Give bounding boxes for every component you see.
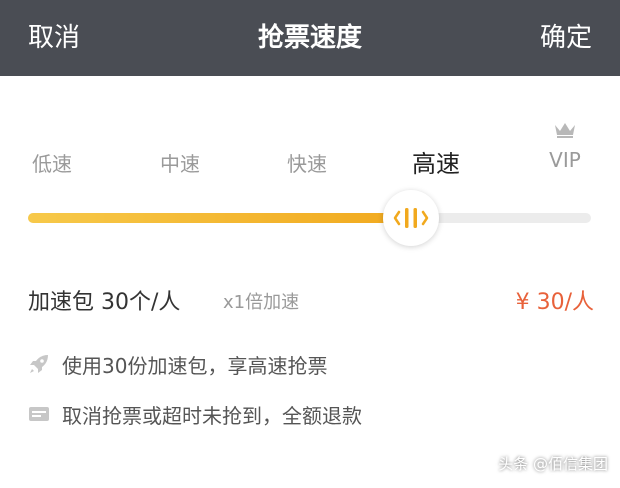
package-price: ¥ 30/人 bbox=[515, 290, 594, 315]
crown-icon bbox=[555, 123, 575, 138]
feature-text: 取消抢票或超时未抢到，全额退款 bbox=[62, 404, 362, 428]
rocket-icon bbox=[30, 355, 48, 373]
page-title: 抢票速度 bbox=[257, 23, 362, 53]
ticket-icon bbox=[29, 407, 49, 421]
speed-slider-fill bbox=[28, 213, 411, 223]
speed-slider-handle[interactable] bbox=[382, 190, 439, 246]
package-row: 加速包 30个/人 x1倍加速 ¥ 30/人 bbox=[28, 280, 594, 316]
feature-text: 使用30份加速包，享高速抢票 bbox=[62, 354, 328, 378]
speed-options: 低速 中速 快速 高速 VIP bbox=[0, 140, 620, 180]
package-name: 加速包 30个/人 bbox=[28, 290, 181, 315]
top-bar: 取消 抢票速度 确定 bbox=[0, 0, 620, 76]
speed-option-fast[interactable]: 快速 bbox=[257, 148, 357, 177]
speed-option-high[interactable]: 高速 bbox=[386, 144, 486, 179]
speed-option-low[interactable]: 低速 bbox=[2, 148, 102, 177]
watermark: 头条 @佰信集团 bbox=[498, 450, 608, 476]
confirm-button[interactable]: 确定 bbox=[540, 20, 592, 56]
package-multiplier: x1倍加速 bbox=[223, 292, 300, 313]
speed-option-medium[interactable]: 中速 bbox=[130, 148, 230, 177]
watermark-text: 头条 @佰信集团 bbox=[498, 454, 608, 473]
slider-grip-icon bbox=[393, 208, 429, 228]
speed-option-vip[interactable]: VIP bbox=[515, 148, 615, 172]
